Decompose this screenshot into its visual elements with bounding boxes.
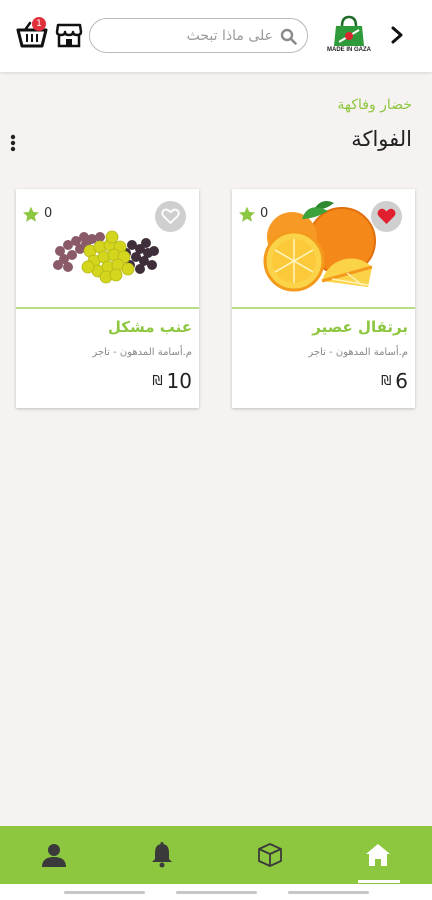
product-price: 10 ₪ — [152, 369, 192, 393]
product-vendor: م.أسامة المدهون - تاجر — [308, 347, 408, 358]
search-icon — [280, 28, 297, 45]
system-nav-handle[interactable] — [288, 891, 369, 894]
store-icon[interactable] — [55, 21, 83, 49]
card-divider — [232, 307, 415, 309]
product-name[interactable]: عنب مشكل — [108, 318, 192, 336]
system-nav-handle[interactable] — [64, 891, 145, 894]
currency-symbol: ₪ — [152, 373, 163, 389]
search-input[interactable]: على ماذا تبحث — [89, 18, 308, 53]
card-divider — [16, 307, 199, 309]
bell-icon — [152, 842, 172, 868]
rating-count: 0 — [260, 206, 269, 221]
home-icon — [366, 844, 390, 866]
cart-count-badge: 1 — [32, 17, 46, 31]
favorite-button[interactable] — [371, 201, 402, 232]
page-title: الفواكة — [351, 127, 412, 151]
product-price: 6 ₪ — [381, 369, 408, 393]
nav-active-indicator — [358, 880, 400, 883]
product-card[interactable]: 0 برتقال عصير م.أسامة المدهون - تاجر 6 ₪ — [232, 189, 415, 408]
product-vendor: م.أسامة المدهون - تاجر — [92, 347, 192, 358]
logo-text: MADE IN GAZA — [327, 47, 371, 53]
nav-notifications[interactable] — [108, 826, 216, 884]
more-options-icon[interactable] — [9, 133, 17, 153]
price-value: 10 — [166, 369, 192, 393]
heart-filled-icon — [377, 208, 396, 224]
top-app-bar: 1 على ماذا تبحث MADE IN GAZA — [0, 0, 432, 72]
star-icon — [239, 206, 255, 222]
price-value: 6 — [395, 369, 408, 393]
product-name[interactable]: برتقال عصير — [312, 318, 408, 336]
nav-home[interactable] — [324, 826, 432, 884]
search-placeholder: على ماذا تبحث — [186, 28, 273, 44]
nav-orders[interactable] — [216, 826, 324, 884]
currency-symbol: ₪ — [381, 373, 392, 389]
bottom-navigation — [0, 826, 432, 884]
nav-profile[interactable] — [0, 826, 108, 884]
heart-outline-icon — [161, 208, 180, 224]
rating-count: 0 — [44, 206, 53, 221]
star-icon — [23, 206, 39, 222]
breadcrumb[interactable]: خضار وفاكهة — [337, 97, 412, 113]
product-card[interactable]: 0 عنب مشكل م.أسامة المدهون - تاجر 10 ₪ — [16, 189, 199, 408]
box-icon — [258, 843, 282, 867]
system-nav-handle[interactable] — [176, 891, 257, 894]
chevron-right-icon[interactable] — [387, 24, 407, 46]
favorite-button[interactable] — [155, 201, 186, 232]
user-icon — [42, 844, 66, 867]
